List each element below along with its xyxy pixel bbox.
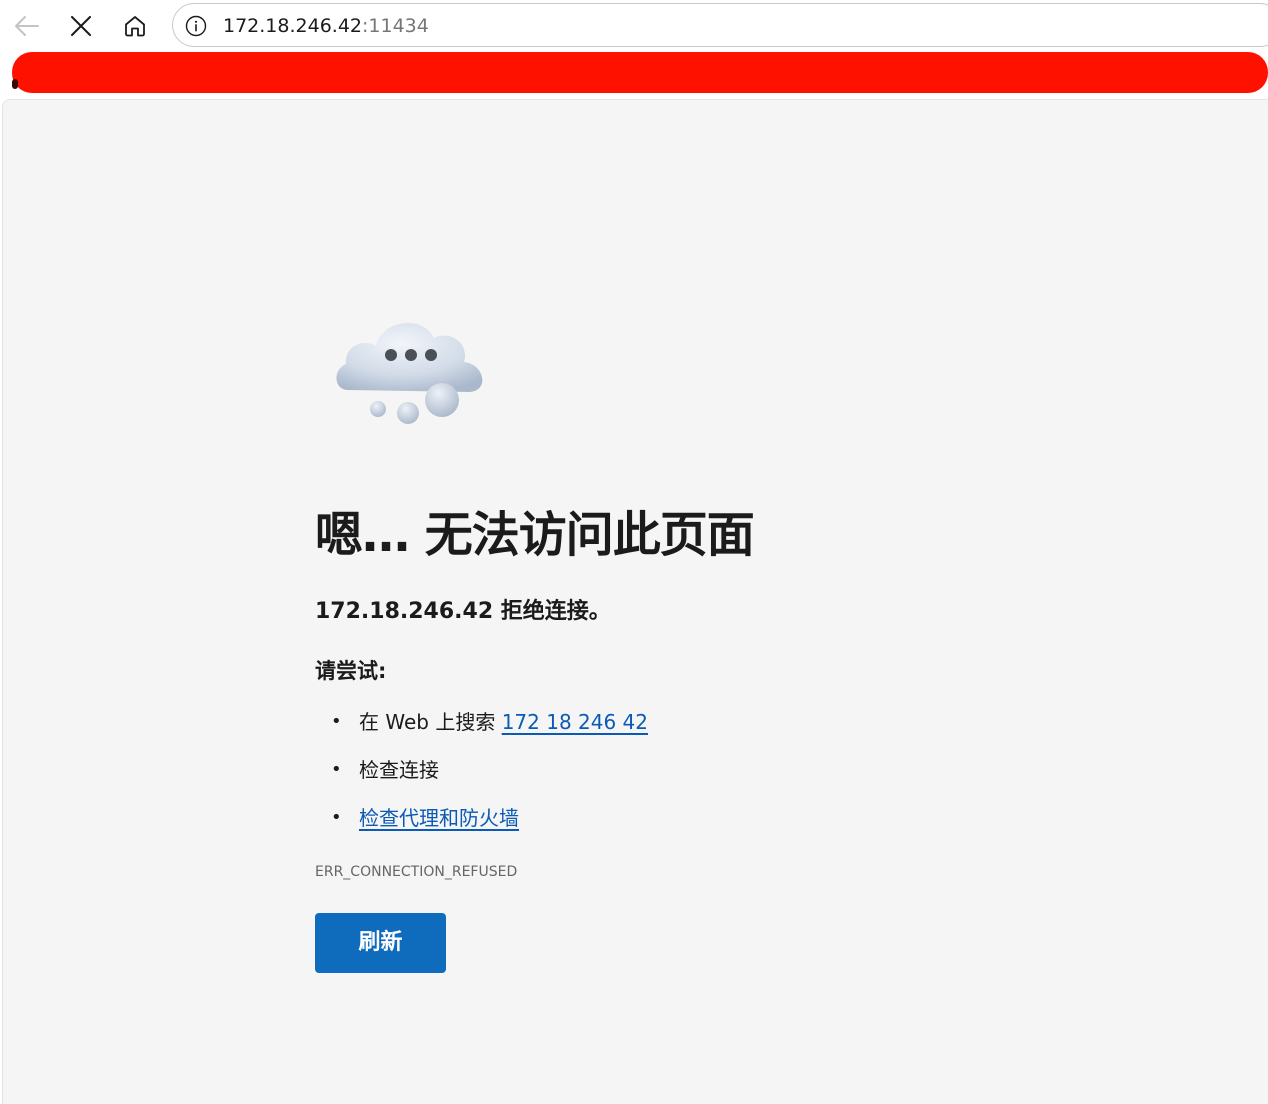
url-text[interactable]: 172.18.246.42:11434 — [223, 14, 429, 38]
back-button[interactable] — [9, 8, 45, 44]
close-icon — [71, 16, 91, 36]
check-proxy-firewall-link[interactable]: 检查代理和防火墙 — [359, 806, 519, 830]
redaction-bar — [12, 52, 1268, 93]
suggestion-check-connection-text: 检查连接 — [359, 758, 439, 782]
error-code: ERR_CONNECTION_REFUSED — [315, 864, 518, 880]
url-port: :11434 — [362, 15, 429, 37]
suggestion-search-text: 在 Web 上搜索 — [359, 710, 502, 734]
cloud-icon — [336, 322, 483, 424]
info-icon[interactable] — [185, 15, 207, 37]
suggestion-check-connection: • 检查连接 — [315, 754, 648, 802]
suggestions-list: • 在 Web 上搜索 172 18 246 42 • 检查连接 • 检查代理和防火墙 — [315, 706, 648, 850]
error-page — [2, 99, 1268, 1104]
url-host: 172.18.246.42 — [223, 15, 363, 37]
bullet: • — [331, 759, 342, 780]
error-subtitle: 172.18.246.42 拒绝连接。 — [315, 599, 611, 624]
address-bar[interactable]: 172.18.246.42:11434 — [172, 3, 1268, 47]
home-button[interactable] — [117, 8, 153, 44]
refresh-button[interactable]: 刷新 — [315, 913, 446, 973]
browser-toolbar: 172.18.246.42:11434 — [0, 0, 1268, 52]
redaction-edge — [12, 79, 18, 89]
bullet: • — [331, 711, 342, 732]
suggestion-check-proxy: • 检查代理和防火墙 — [315, 802, 648, 850]
error-title: 嗯… 无法访问此页面 — [315, 507, 755, 563]
bullet: • — [331, 807, 342, 828]
stop-loading-button[interactable] — [63, 8, 99, 44]
back-arrow-icon — [15, 16, 39, 36]
search-web-link[interactable]: 172 18 246 42 — [502, 710, 648, 734]
try-label: 请尝试: — [315, 659, 387, 683]
home-icon — [125, 16, 145, 37]
suggestion-search: • 在 Web 上搜索 172 18 246 42 — [315, 706, 648, 754]
